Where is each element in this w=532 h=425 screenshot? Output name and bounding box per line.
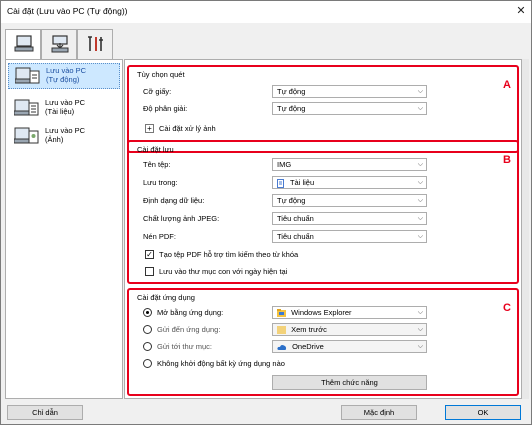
image-processing-label[interactable]: Cài đặt xử lý ảnh xyxy=(159,124,216,133)
sidebar-item-save-document[interactable]: Lưu vào PC (Tài liệu) xyxy=(8,96,120,122)
expand-icon[interactable]: + xyxy=(145,124,154,133)
open-with-select[interactable]: Windows Explorer ⌵ xyxy=(272,306,427,319)
sidebar-item-label: Lưu vào PC xyxy=(46,66,87,75)
chevron-down-icon: ⌵ xyxy=(417,215,423,222)
no-app-label: Không khởi động bất kỳ ứng dụng nào xyxy=(157,359,285,368)
save-document-icon xyxy=(14,99,39,116)
chevron-down-icon: ⌵ xyxy=(417,105,423,112)
sidebar-item-label: Lưu vào PC xyxy=(45,126,86,135)
subfolder-checkbox[interactable] xyxy=(145,267,154,276)
save-auto-icon xyxy=(15,67,40,84)
chevron-down-icon: ⌵ xyxy=(417,309,423,316)
section-letter-a: A xyxy=(503,79,511,91)
save-photo-icon xyxy=(14,127,39,144)
send-to-folder-select[interactable]: OneDrive ⌵ xyxy=(272,340,427,353)
scan-options-title: Tùy chọn quét xyxy=(137,70,185,79)
data-format-select[interactable]: Tự động ⌵ xyxy=(272,194,427,207)
file-name-label: Tên tệp: xyxy=(143,160,171,169)
app-settings-title: Cài đặt ứng dụng xyxy=(137,293,195,302)
paper-size-label: Cỡ giấy: xyxy=(143,87,172,96)
close-button[interactable]: ✕ xyxy=(514,5,528,19)
tab-scan-from-panel[interactable] xyxy=(41,29,77,59)
jpeg-quality-label: Chất lượng ảnh JPEG: xyxy=(143,214,220,223)
sidebar-item-save-photo[interactable]: Lưu vào PC (Ảnh) xyxy=(8,124,120,150)
default-button[interactable]: Mặc định xyxy=(341,405,417,420)
save-in-value: Tài liệu xyxy=(289,178,315,187)
sidebar-item-sublabel: (Ảnh) xyxy=(45,135,64,144)
resolution-select[interactable]: Tự động ⌵ xyxy=(272,102,427,115)
no-app-radio[interactable] xyxy=(143,359,152,368)
data-format-value: Tự động xyxy=(277,196,306,205)
sidebar-item-sublabel: (Tài liệu) xyxy=(45,107,75,116)
scanner-icon xyxy=(51,35,69,53)
settings-panel: Tùy chọn quét A Cỡ giấy: Tự động ⌵ Độ ph… xyxy=(124,59,522,399)
save-settings-group: Cài đặt lưu B Tên tệp: IMG ⌵ Lưu trong: … xyxy=(127,140,519,284)
chevron-down-icon: ⌵ xyxy=(417,88,423,95)
subfolder-label: Lưu vào thư mục con với ngày hiện tại xyxy=(159,267,288,276)
document-icon xyxy=(277,178,284,188)
sidebar-item-sublabel: (Tự động) xyxy=(46,75,80,84)
create-pdf-checkbox[interactable]: ✓ xyxy=(145,250,154,259)
guide-button[interactable]: Chỉ dẫn xyxy=(7,405,83,420)
save-in-label: Lưu trong: xyxy=(143,178,178,187)
settings-window: Cài đặt (Lưu vào PC (Tự động)) ✕ Lưu vào… xyxy=(0,0,532,425)
send-to-folder-radio[interactable] xyxy=(143,342,152,351)
sidebar-item-save-auto[interactable]: Lưu vào PC (Tự động) xyxy=(8,63,120,89)
onedrive-icon xyxy=(277,344,287,350)
chevron-down-icon: ⌵ xyxy=(417,233,423,240)
chevron-down-icon: ⌵ xyxy=(417,161,423,168)
send-to-folder-label: Gửi tới thư mục: xyxy=(157,342,212,351)
send-to-folder-value: OneDrive xyxy=(292,342,324,351)
windows-explorer-icon xyxy=(277,309,286,318)
paper-size-select[interactable]: Tự động ⌵ xyxy=(272,85,427,98)
section-letter-c: C xyxy=(503,302,511,314)
data-format-label: Định dạng dữ liệu: xyxy=(143,196,205,205)
chevron-down-icon: ⌵ xyxy=(417,343,423,350)
save-in-select[interactable]: Tài liệu ⌵ xyxy=(272,176,427,189)
create-pdf-label: Tạo tệp PDF hỗ trợ tìm kiếm theo từ khóa xyxy=(159,250,299,259)
file-name-value: IMG xyxy=(277,160,292,169)
pdf-compression-select[interactable]: Tiêu chuẩn ⌵ xyxy=(272,230,427,243)
ok-button[interactable]: OK xyxy=(445,405,521,420)
preview-icon xyxy=(277,326,286,335)
chevron-down-icon: ⌵ xyxy=(417,179,423,186)
tab-general-settings[interactable] xyxy=(77,29,113,59)
chevron-down-icon: ⌵ xyxy=(417,197,423,204)
send-to-app-value: Xem trước xyxy=(291,325,327,334)
window-title: Cài đặt (Lưu vào PC (Tự động)) xyxy=(7,6,128,16)
scrollbar[interactable] xyxy=(522,59,529,399)
send-to-app-radio[interactable] xyxy=(143,325,152,334)
send-to-app-label: Gửi đến ứng dụng: xyxy=(157,325,221,334)
sidebar-item-label: Lưu vào PC xyxy=(45,98,86,107)
computer-scan-icon xyxy=(14,35,34,52)
resolution-label: Độ phân giải: xyxy=(143,104,188,113)
paper-size-value: Tự động xyxy=(277,87,306,96)
save-settings-title: Cài đặt lưu xyxy=(137,145,174,154)
resolution-value: Tự động xyxy=(277,104,306,113)
app-settings-group: Cài đặt ứng dụng C Mở bằng ứng dụng: Win… xyxy=(127,288,519,396)
open-with-radio[interactable] xyxy=(143,308,152,317)
pdf-compression-value: Tiêu chuẩn xyxy=(277,232,314,241)
chevron-down-icon: ⌵ xyxy=(417,326,423,333)
tools-icon xyxy=(88,36,103,51)
open-with-label: Mở bằng ứng dụng: xyxy=(157,308,224,317)
pdf-compression-label: Nén PDF: xyxy=(143,232,176,241)
open-with-value: Windows Explorer xyxy=(291,308,352,317)
jpeg-quality-select[interactable]: Tiêu chuẩn ⌵ xyxy=(272,212,427,225)
file-name-input[interactable]: IMG ⌵ xyxy=(272,158,427,171)
tab-scan-from-computer[interactable] xyxy=(5,29,41,60)
scan-mode-list: Lưu vào PC (Tự động) Lưu vào PC (Tài liệ… xyxy=(5,59,123,399)
add-function-button[interactable]: Thêm chức năng xyxy=(272,375,427,390)
send-to-app-select[interactable]: Xem trước ⌵ xyxy=(272,323,427,336)
title-bar: Cài đặt (Lưu vào PC (Tự động)) ✕ xyxy=(1,1,531,23)
jpeg-quality-value: Tiêu chuẩn xyxy=(277,214,314,223)
section-letter-b: B xyxy=(503,154,511,166)
